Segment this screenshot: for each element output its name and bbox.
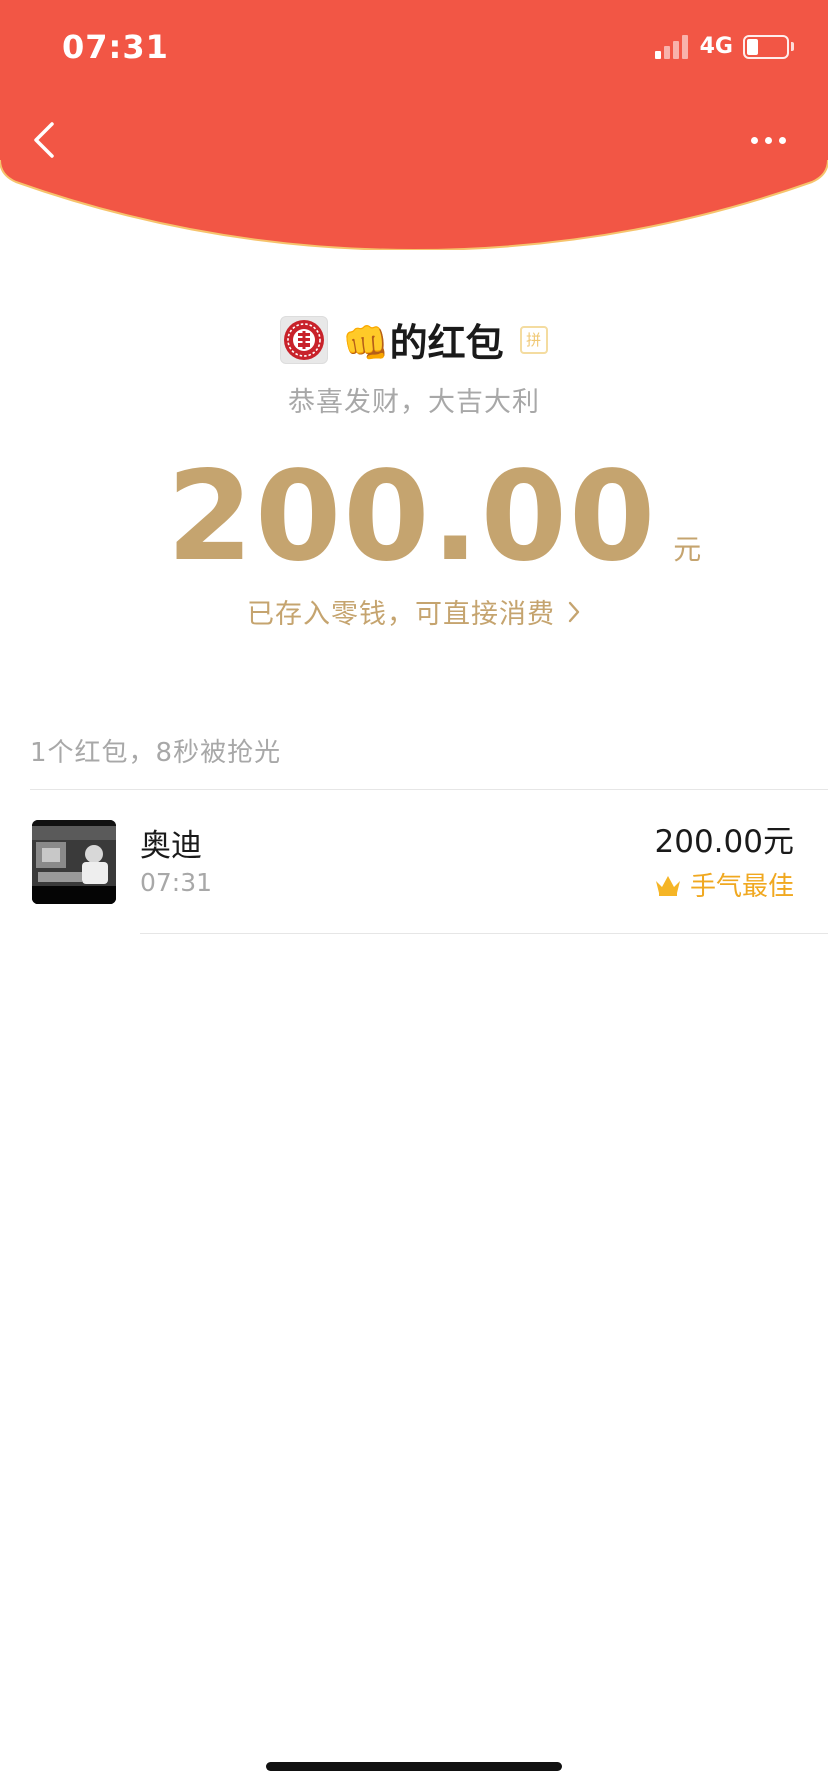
battery-level <box>747 38 759 55</box>
pin-badge: 拼 <box>519 325 548 354</box>
receiver-time: 07:31 <box>140 868 213 897</box>
crown-icon <box>655 875 680 896</box>
chevron-right-icon <box>567 600 581 624</box>
home-indicator[interactable] <box>266 1762 562 1771</box>
ellipsis-icon <box>750 136 758 144</box>
battery-icon <box>743 34 794 59</box>
back-button[interactable] <box>22 112 66 168</box>
blessing-text: 恭喜发财，大吉大利 <box>288 387 540 418</box>
amount-display: 200.00 元 <box>0 445 828 589</box>
claim-summary: 1个红包，8秒被抢光 <box>30 738 282 768</box>
avatar[interactable] <box>32 820 116 904</box>
sender-row: 👊的红包 拼 <box>0 312 828 367</box>
best-luck-label: 手气最佳 <box>689 872 794 902</box>
sender-avatar[interactable] <box>280 315 329 364</box>
status-indicators: 4G <box>654 34 794 59</box>
more-button[interactable] <box>740 120 796 160</box>
amount-value: 200.00 <box>166 445 658 589</box>
wallet-link-label: 已存入零钱，可直接消费 <box>247 599 555 630</box>
status-time: 07:31 <box>62 28 169 66</box>
header: 07:31 4G <box>0 0 828 250</box>
receiver-amount: 200.00元 <box>654 824 794 860</box>
receiver-name: 奥迪 <box>140 828 202 864</box>
network-label: 4G <box>699 34 733 59</box>
sender-name: 👊的红包 <box>342 321 504 365</box>
best-luck-badge: 手气最佳 <box>654 866 794 903</box>
fu-seal-icon <box>284 319 325 360</box>
chevron-left-icon <box>34 122 54 158</box>
signal-icon <box>654 34 688 59</box>
list-item[interactable]: 奥迪 07:31 200.00元 手气最佳 <box>0 790 828 934</box>
wallet-link[interactable]: 已存入零钱，可直接消费 <box>0 592 828 631</box>
divider <box>140 933 828 934</box>
amount-unit: 元 <box>673 533 702 566</box>
